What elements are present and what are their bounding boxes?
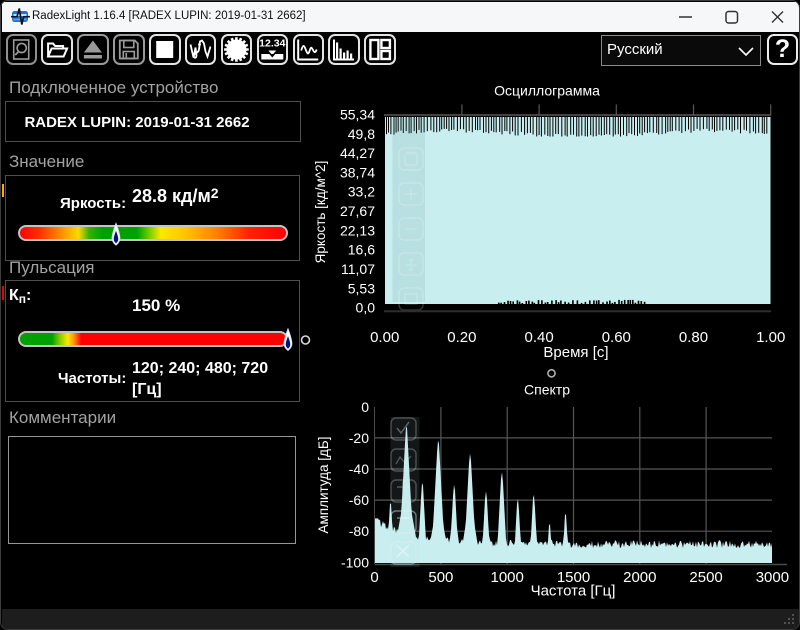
svg-text:-100: -100 [341, 554, 369, 570]
svg-text:2500: 2500 [689, 569, 722, 586]
svg-text:0: 0 [370, 569, 378, 586]
svg-text:-20: -20 [349, 430, 369, 446]
svg-text:55,34: 55,34 [340, 107, 375, 123]
svg-text:Осциллограмма: Осциллограмма [494, 83, 600, 99]
svg-text:33,2: 33,2 [348, 184, 375, 200]
svg-text:Спектр: Спектр [524, 382, 570, 398]
svg-text:500: 500 [428, 569, 453, 586]
svg-text:44,27: 44,27 [340, 145, 375, 161]
svg-text:16,6: 16,6 [348, 242, 375, 258]
svg-text:Частота [Гц]: Частота [Гц] [531, 583, 616, 600]
svg-text:5,53: 5,53 [348, 280, 375, 296]
svg-text:38,74: 38,74 [340, 164, 375, 180]
svg-text:Амплитуда [дБ]: Амплитуда [дБ] [316, 436, 331, 533]
svg-text:11,07: 11,07 [341, 261, 375, 277]
svg-text:-40: -40 [349, 461, 369, 477]
svg-text:1000: 1000 [491, 569, 524, 586]
svg-text:49,8: 49,8 [348, 126, 375, 142]
svg-text:-60: -60 [349, 492, 369, 508]
svg-text:3000: 3000 [756, 569, 789, 586]
svg-text:22,13: 22,13 [340, 222, 375, 238]
svg-text:0.20: 0.20 [447, 329, 476, 346]
svg-text:2000: 2000 [623, 569, 656, 586]
svg-text:0: 0 [361, 399, 369, 415]
svg-text:1.00: 1.00 [756, 329, 785, 346]
svg-text:Яркость [кд/м^2]: Яркость [кд/м^2] [313, 161, 328, 264]
svg-text:0.00: 0.00 [370, 329, 399, 346]
svg-text:0.80: 0.80 [679, 329, 708, 346]
svg-text:Время [с]: Время [с] [543, 344, 608, 361]
svg-text:0,0: 0,0 [356, 300, 376, 316]
svg-text:27,67: 27,67 [340, 203, 375, 219]
svg-text:-80: -80 [349, 523, 369, 539]
